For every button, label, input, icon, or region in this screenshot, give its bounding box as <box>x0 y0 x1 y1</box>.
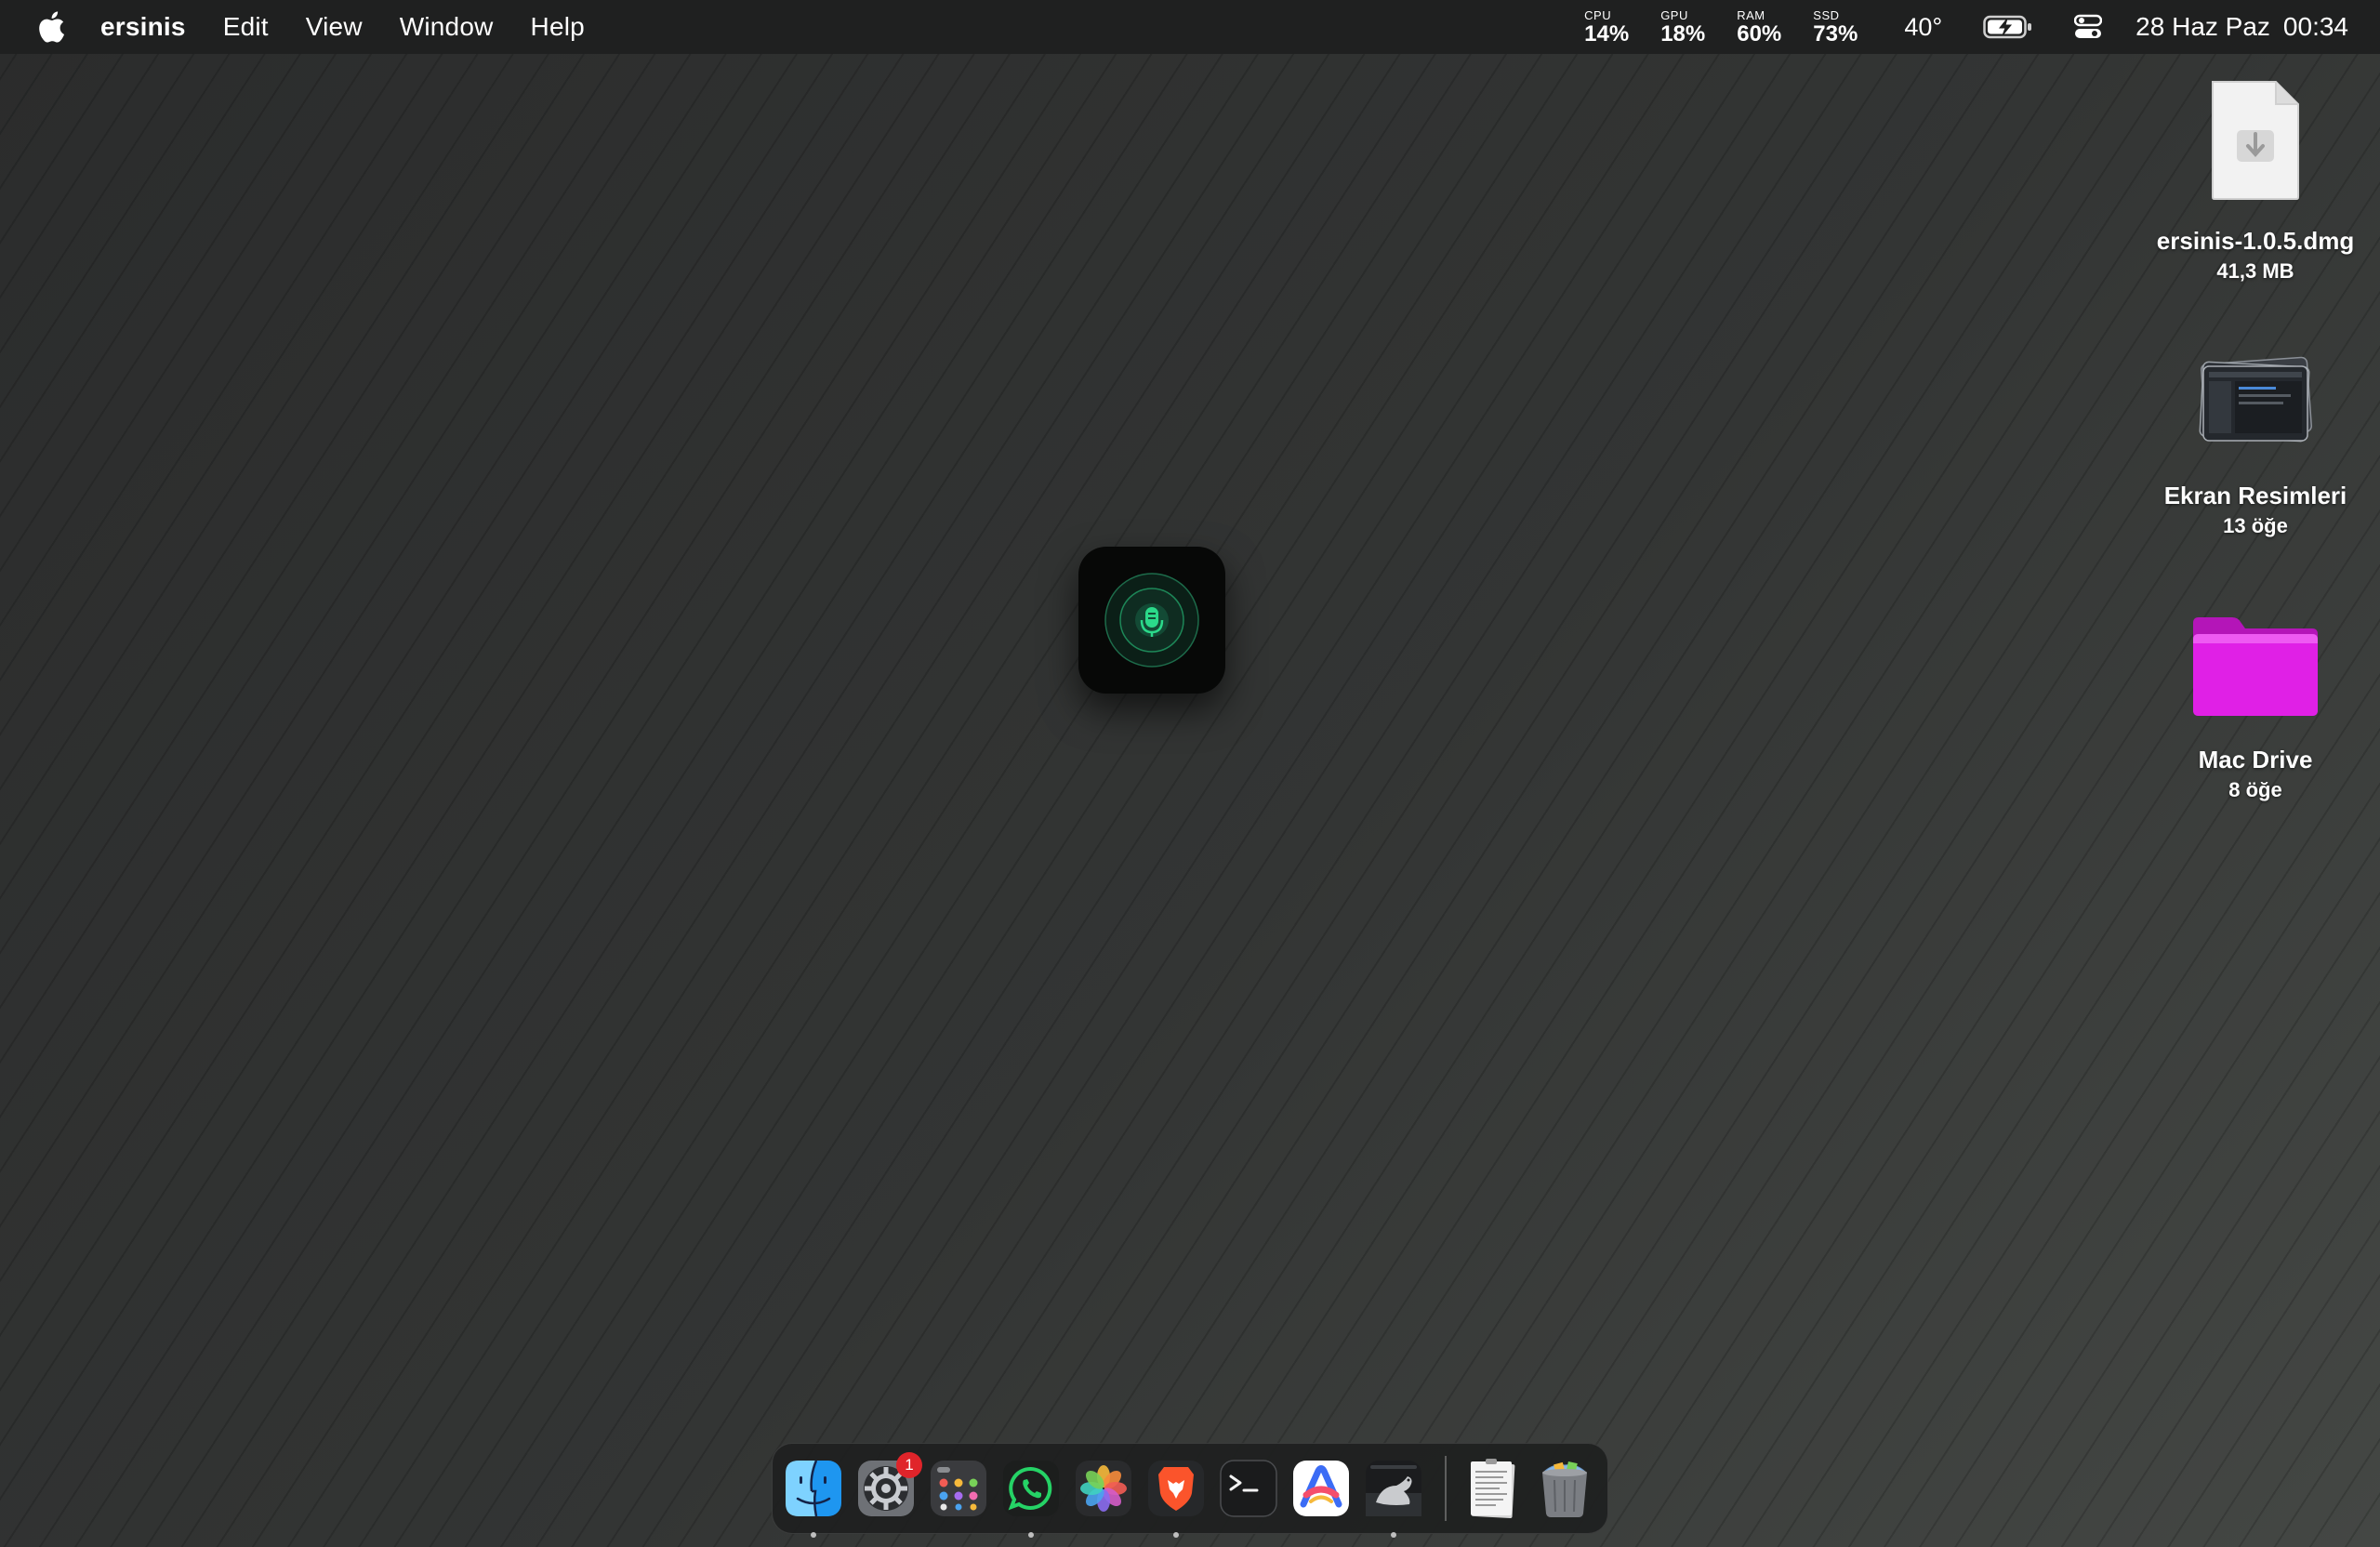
menu-bar: ersinis Edit View Window Help CPU 14% GP… <box>0 0 2380 54</box>
screenshots-stack-icon <box>2190 353 2320 457</box>
brave-lion-icon <box>1148 1461 1204 1516</box>
dock-separator <box>1445 1456 1447 1521</box>
gpu-stat[interactable]: GPU 18% <box>1660 9 1705 46</box>
ram-stat[interactable]: RAM 60% <box>1737 9 1781 46</box>
dock: 1 <box>772 1443 1608 1538</box>
ram-label: RAM <box>1737 7 1765 22</box>
cpu-stat[interactable]: CPU 14% <box>1584 9 1629 46</box>
dock-terminal[interactable] <box>1218 1458 1279 1519</box>
finder-icon <box>786 1460 841 1517</box>
dock-brave[interactable] <box>1145 1458 1207 1538</box>
menu-bar-right: CPU 14% GPU 18% RAM 60% SSD 73% 40° 28 H… <box>1584 0 2380 54</box>
ram-value: 60% <box>1737 20 1782 46</box>
dock-system-settings[interactable]: 1 <box>855 1452 922 1519</box>
menu-edit[interactable]: Edit <box>223 12 269 42</box>
ssd-label: SSD <box>1813 7 1840 22</box>
running-indicator <box>811 1532 816 1538</box>
document-icon <box>1471 1459 1515 1519</box>
dock-trash[interactable] <box>1534 1458 1595 1519</box>
desktop-item-dmg[interactable]: ersinis-1.0.5.dmg 41,3 MB <box>2153 78 2358 284</box>
voice-recorder-widget[interactable] <box>1078 547 1225 694</box>
control-center-icon[interactable] <box>2073 13 2103 41</box>
ssd-value: 73% <box>1813 20 1858 46</box>
sea-lion-icon <box>1366 1461 1421 1516</box>
battery-charging-icon[interactable] <box>1983 14 2033 40</box>
clock-date: 28 Haz Paz <box>2135 12 2270 41</box>
dock-arc[interactable] <box>1290 1458 1352 1519</box>
notification-badge: 1 <box>896 1452 922 1478</box>
menu-view[interactable]: View <box>306 12 363 42</box>
whatsapp-icon <box>1003 1461 1059 1516</box>
cpu-value: 14% <box>1584 20 1630 46</box>
launchpad-icon <box>931 1461 986 1516</box>
dock-document[interactable] <box>1461 1458 1523 1519</box>
photos-icon <box>1076 1461 1131 1516</box>
desktop-item-count: 8 öğe <box>2228 778 2282 801</box>
running-indicator <box>1028 1532 1034 1538</box>
desktop-item-mac-drive[interactable]: Mac Drive 8 öğe <box>2153 614 2358 802</box>
menu-bar-left: ersinis Edit View Window Help <box>0 0 622 54</box>
desktop-item-count: 13 öğe <box>2223 514 2288 537</box>
menu-window[interactable]: Window <box>400 12 494 42</box>
running-indicator <box>1173 1532 1179 1538</box>
folder-icon <box>2186 614 2325 721</box>
dock-finder[interactable] <box>783 1458 844 1538</box>
terminal-icon <box>1220 1460 1277 1517</box>
dock-whatsapp[interactable] <box>1000 1458 1062 1538</box>
clock-time: 00:34 <box>2282 12 2348 41</box>
desktop-item-name: Ekran Resimleri <box>2163 482 2347 509</box>
apple-logo-icon[interactable] <box>35 8 67 46</box>
running-indicator <box>1391 1532 1396 1538</box>
cpu-label: CPU <box>1584 7 1612 22</box>
ssd-stat[interactable]: SSD 73% <box>1813 9 1858 46</box>
dock-photos[interactable] <box>1073 1458 1134 1519</box>
menu-clock[interactable]: 28 Haz Paz 00:34 <box>2135 12 2348 42</box>
gpu-label: GPU <box>1660 7 1688 22</box>
gpu-value: 18% <box>1660 20 1706 46</box>
trash-full-icon <box>1542 1461 1587 1517</box>
dock-launchpad[interactable] <box>928 1458 989 1519</box>
desktop-item-name: ersinis-1.0.5.dmg <box>2156 227 2355 255</box>
dmg-file-icon <box>2204 78 2307 203</box>
menu-app-name[interactable]: ersinis <box>100 12 186 42</box>
desktop-item-size: 41,3 MB <box>2216 259 2294 283</box>
desktop-item-screenshots[interactable]: Ekran Resimleri 13 öğe <box>2153 353 2358 538</box>
microphone-icon <box>1104 573 1199 668</box>
arc-browser-icon <box>1293 1461 1349 1516</box>
dock-macos-installer[interactable] <box>1363 1458 1424 1538</box>
desktop-item-name: Mac Drive <box>2198 746 2313 774</box>
temperature-readout[interactable]: 40° <box>1904 13 1942 42</box>
menu-help[interactable]: Help <box>531 12 585 42</box>
